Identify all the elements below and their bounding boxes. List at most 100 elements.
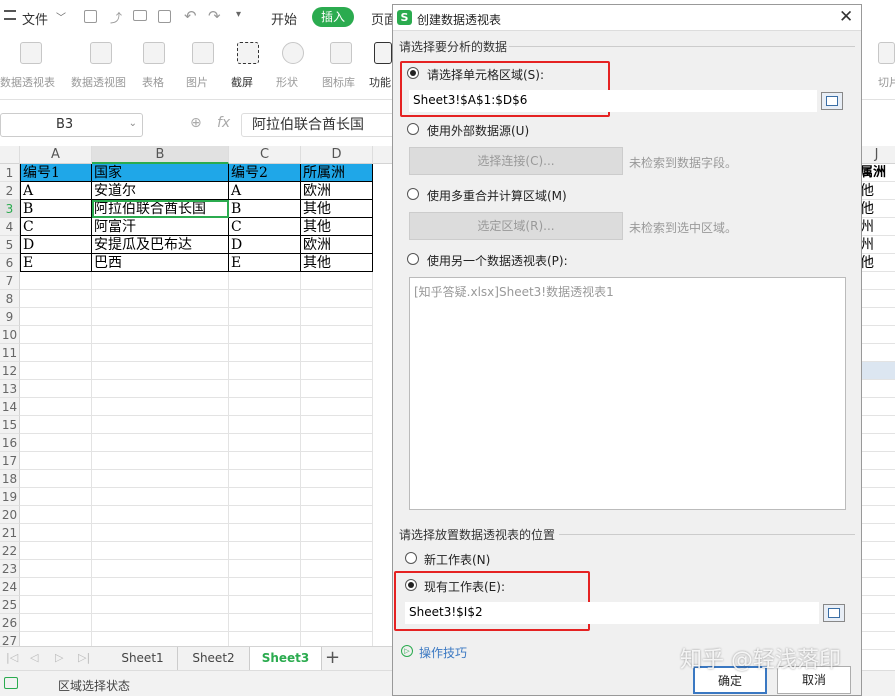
grid-cell[interactable]: 所属洲 (301, 164, 373, 182)
chevron-down-icon[interactable]: ⌄ (129, 113, 137, 135)
preview-icon[interactable] (158, 10, 171, 23)
tips-icon[interactable]: ▷ (401, 645, 413, 657)
active-cell[interactable]: 阿拉伯联合酋长国 (92, 200, 229, 218)
pivot-table-list[interactable]: [知乎答疑.xlsx]Sheet3!数据透视表1 (409, 277, 846, 510)
grid-cell[interactable] (301, 290, 373, 308)
grid-cell[interactable] (20, 578, 92, 596)
radio-multi-consolidation[interactable] (407, 188, 419, 200)
zoom-icon[interactable]: ⊕ (190, 115, 202, 131)
spreadsheet-grid-right[interactable]: J 属洲他他州州他 (858, 146, 895, 650)
grid-cell[interactable] (92, 290, 229, 308)
label-select-range[interactable]: 请选择单元格区域(S): (427, 66, 544, 83)
row-header[interactable]: 1 (0, 164, 20, 182)
table-button[interactable]: 表格 (142, 74, 164, 90)
grid-cell[interactable] (858, 308, 895, 326)
column-header-b[interactable]: B (92, 146, 229, 164)
grid-cell[interactable] (301, 560, 373, 578)
grid-cell[interactable] (301, 614, 373, 632)
grid-cell[interactable] (20, 434, 92, 452)
redo-icon[interactable]: ↷ (208, 7, 221, 25)
prev-sheet-icon[interactable]: ◁ (30, 651, 38, 664)
pivot-table-button[interactable]: 数据透视表 (0, 74, 55, 90)
grid-cell[interactable] (858, 380, 895, 398)
radio-external-source[interactable] (407, 123, 419, 135)
grid-cell[interactable] (858, 542, 895, 560)
select-area-button[interactable]: 选定区域(R)... (409, 212, 623, 240)
row-header[interactable]: 10 (0, 326, 20, 344)
row-header[interactable]: 13 (0, 380, 20, 398)
grid-cell[interactable] (92, 380, 229, 398)
grid-cell[interactable]: 巴西 (92, 254, 229, 272)
row-header[interactable]: 7 (0, 272, 20, 290)
grid-cell[interactable] (229, 326, 301, 344)
grid-cell[interactable] (858, 290, 895, 308)
grid-cell[interactable] (20, 560, 92, 578)
grid-cell[interactable] (858, 596, 895, 614)
sheet-tab-sheet1[interactable]: Sheet1 (108, 647, 178, 670)
grid-cell[interactable] (301, 326, 373, 344)
sheet-tab-sheet3[interactable]: Sheet3 (250, 647, 322, 670)
grid-cell[interactable] (301, 524, 373, 542)
close-icon[interactable]: ✕ (839, 7, 853, 27)
row-header[interactable]: 9 (0, 308, 20, 326)
function-button[interactable]: 功能 (369, 74, 391, 90)
radio-another-pivot[interactable] (407, 253, 419, 265)
label-existing-sheet[interactable]: 现有工作表(E): (424, 578, 505, 595)
grid-cell[interactable] (92, 416, 229, 434)
row-header[interactable]: 22 (0, 542, 20, 560)
radio-existing-sheet[interactable] (405, 579, 417, 591)
grid-cell[interactable] (20, 380, 92, 398)
grid-cell[interactable] (229, 380, 301, 398)
grid-cell[interactable] (858, 398, 895, 416)
picture-icon[interactable] (192, 42, 214, 64)
grid-cell[interactable] (92, 362, 229, 380)
grid-cell[interactable] (92, 632, 229, 646)
save-icon[interactable] (84, 10, 97, 23)
slicer-button[interactable]: 切片 (878, 74, 895, 90)
row-header[interactable]: 15 (0, 416, 20, 434)
grid-cell[interactable] (20, 290, 92, 308)
grid-cell[interactable] (301, 488, 373, 506)
grid-cell[interactable]: 他 (858, 182, 895, 200)
grid-cell[interactable]: E (229, 254, 301, 272)
grid-cell[interactable] (301, 452, 373, 470)
grid-cell[interactable]: D (20, 236, 92, 254)
grid-cell[interactable] (229, 488, 301, 506)
grid-cell[interactable] (858, 560, 895, 578)
grid-cell[interactable] (92, 452, 229, 470)
row-header[interactable]: 21 (0, 524, 20, 542)
grid-cell[interactable] (858, 488, 895, 506)
row-header[interactable]: 3 (0, 200, 20, 218)
menu-icon[interactable] (4, 10, 16, 20)
grid-cell[interactable]: E (20, 254, 92, 272)
function-icon[interactable] (374, 42, 392, 64)
grid-cell[interactable] (229, 578, 301, 596)
grid-cell[interactable] (301, 398, 373, 416)
grid-cell[interactable] (92, 398, 229, 416)
grid-cell[interactable] (229, 416, 301, 434)
pivot-chart-button[interactable]: 数据透视图 (71, 74, 126, 90)
range-picker-button[interactable] (821, 92, 843, 110)
label-multi-consolidation[interactable]: 使用多重合并计算区域(M) (427, 187, 567, 204)
grid-cell[interactable] (92, 488, 229, 506)
sheet-tab-sheet2[interactable]: Sheet2 (178, 647, 250, 670)
grid-cell[interactable] (229, 524, 301, 542)
tab-insert[interactable]: 插入 (312, 7, 354, 27)
grid-cell[interactable]: 州 (858, 218, 895, 236)
icon-library-icon[interactable] (330, 42, 352, 64)
grid-cell[interactable] (229, 398, 301, 416)
row-header[interactable]: 8 (0, 290, 20, 308)
grid-cell[interactable] (20, 470, 92, 488)
radio-new-sheet[interactable] (405, 552, 417, 564)
row-header[interactable]: 20 (0, 506, 20, 524)
row-header[interactable]: 26 (0, 614, 20, 632)
row-header[interactable]: 12 (0, 362, 20, 380)
grid-cell[interactable] (229, 542, 301, 560)
grid-cell[interactable] (858, 632, 895, 650)
grid-cell[interactable] (301, 596, 373, 614)
row-header[interactable]: 11 (0, 344, 20, 362)
grid-cell[interactable]: 编号2 (229, 164, 301, 182)
grid-cell[interactable] (229, 614, 301, 632)
grid-cell[interactable] (20, 614, 92, 632)
existing-sheet-input[interactable]: Sheet3!$I$2 (405, 602, 819, 624)
